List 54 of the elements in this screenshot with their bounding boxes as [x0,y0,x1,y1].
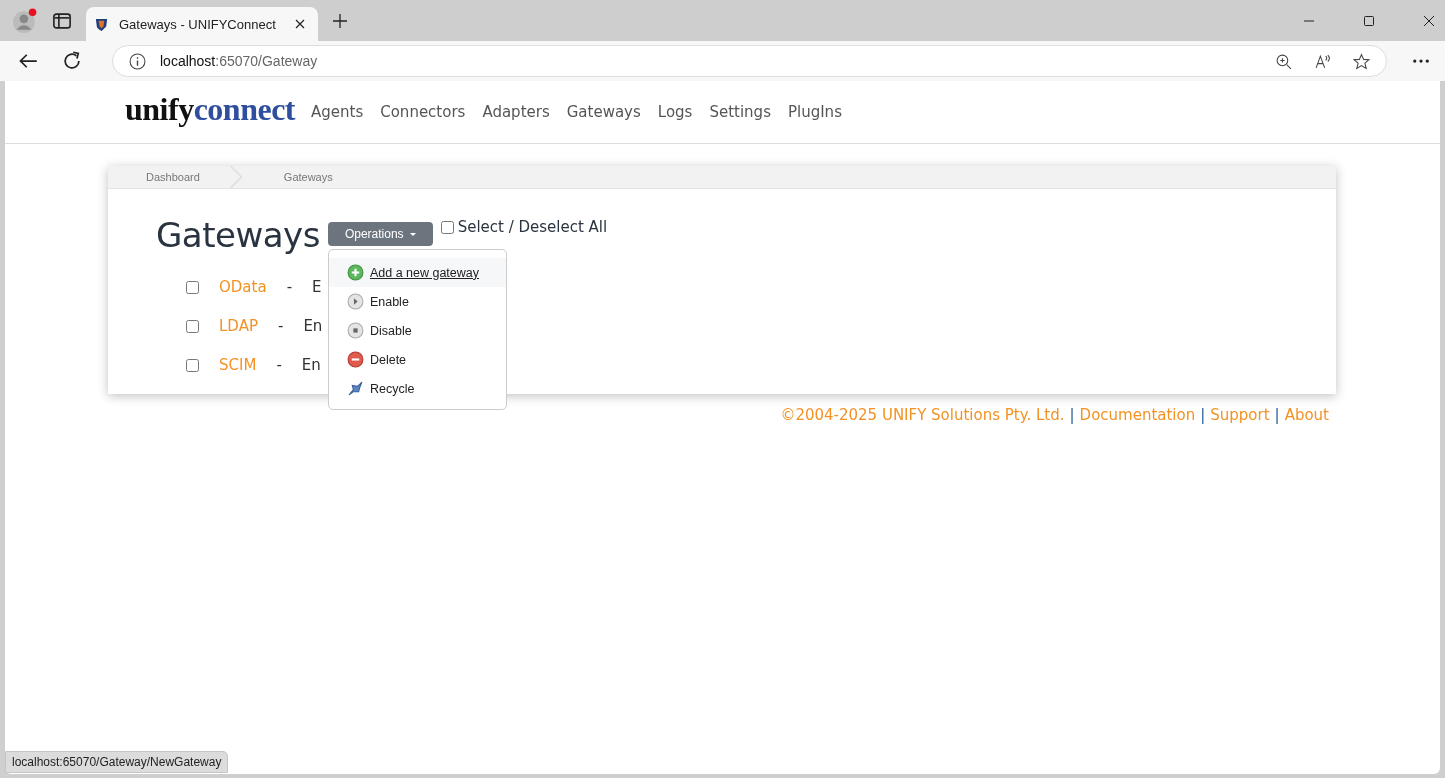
separator-text: - [277,317,284,335]
separator-text: | [1069,406,1075,424]
menu-item[interactable]: Recycle [328,374,506,403]
plus-circle-icon [346,264,364,281]
nav-link[interactable]: Gateways [566,103,641,121]
status-text: En [303,317,323,335]
info-icon [129,52,146,70]
operations-button[interactable]: Operations [327,222,433,246]
play-circle-icon [346,293,364,310]
menu-item[interactable]: Enable [328,287,506,316]
close-icon[interactable] [1423,14,1435,27]
shield-icon [94,16,109,32]
separator-text: - [286,278,293,296]
separator-text: | [1274,406,1280,424]
tab-actions-icon[interactable] [52,10,72,31]
connector-icon [346,380,364,397]
nav-link[interactable]: Adapters [482,103,550,121]
copyright-text: ©2004-2025 UNIFY Solutions Pty. Ltd. [780,406,1065,424]
checkbox[interactable] [186,358,199,372]
read-aloud-icon[interactable] [1314,52,1331,70]
select-all-label[interactable]: Select / Deselect All [457,218,608,236]
menu-item[interactable]: Add a new gateway [328,258,506,287]
address-bar[interactable]: localhost:65070/Gateway [112,45,1387,77]
close-icon[interactable] [294,18,306,30]
nav-link[interactable]: Settings [709,103,771,121]
page-heading: Gateways [156,215,320,255]
menu-item[interactable]: Delete [328,345,506,374]
checkbox[interactable] [186,319,199,333]
browser-tab[interactable]: Gateways - UNIFYConnect [86,7,318,41]
url-text: localhost:65070/Gateway [160,53,318,69]
minus-circle-icon [346,351,364,368]
star-icon[interactable] [1353,52,1370,70]
checkbox[interactable] [440,220,454,234]
status-text: En [301,356,321,374]
profile-icon[interactable] [12,7,38,34]
nav-link[interactable]: Connectors [380,103,466,121]
separator-text: - [276,356,282,374]
tab-title: Gateways - UNIFYConnect [119,16,277,32]
logo[interactable]: unifyconnect [125,90,295,128]
menu-item[interactable]: Disable [328,316,506,345]
separator-text: | [1200,406,1206,424]
maximize-icon[interactable] [1363,14,1375,27]
breadcrumb-item[interactable]: Dashboard [108,171,230,183]
nav-link[interactable]: PlugIns [787,103,842,121]
nav-link[interactable]: Logs [657,103,693,121]
nav-link[interactable]: Agents [311,103,364,121]
checkbox[interactable] [186,280,199,294]
new-tab-icon[interactable] [332,12,348,29]
refresh-icon[interactable] [62,51,82,71]
zoom-icon[interactable] [1275,52,1292,70]
stop-circle-icon [346,322,364,339]
status-text: E [312,278,322,296]
status-bar: localhost:65070/Gateway/NewGateway [5,751,229,773]
breadcrumb-item[interactable]: Gateways [271,171,345,183]
